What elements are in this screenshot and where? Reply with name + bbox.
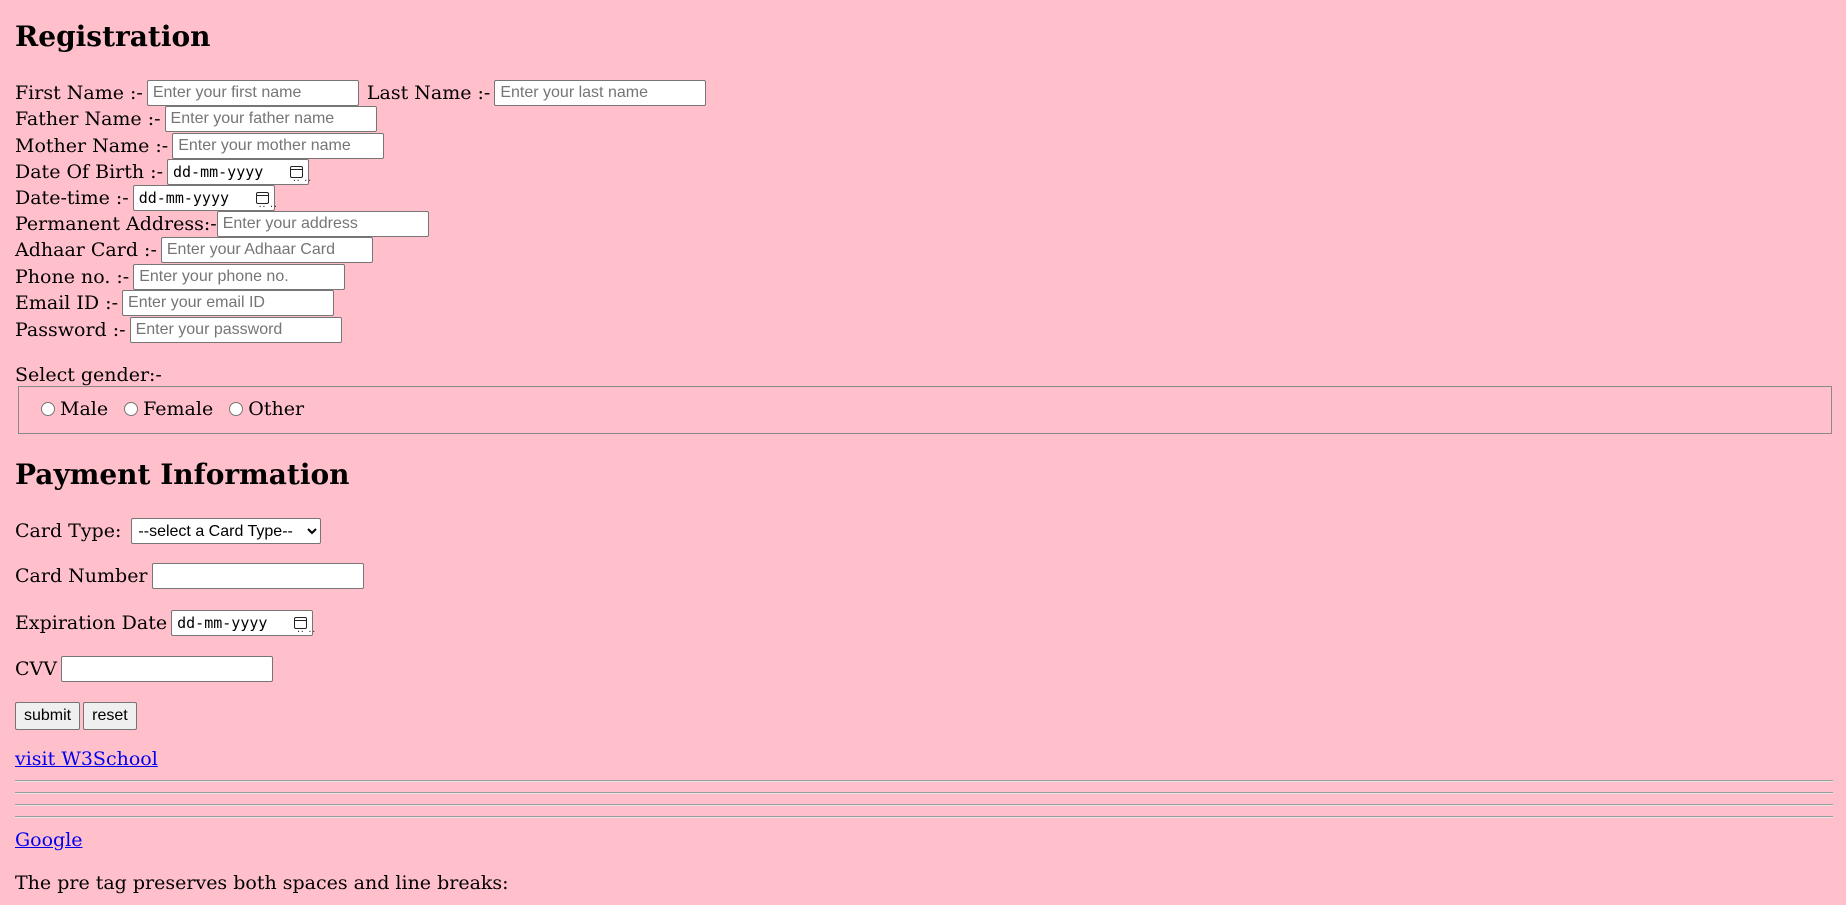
first-name-input[interactable]: [146, 80, 359, 106]
phone-row: Phone no. :-: [15, 263, 346, 290]
mother-row: Mother Name :-: [15, 132, 385, 159]
divider-3: [15, 804, 1833, 806]
expiration-row: Expiration Date dd-mm-yyyy: [15, 609, 315, 645]
card-type-row: Card Type: --select a Card Type--: [15, 517, 322, 544]
father-row: Father Name :-: [15, 105, 377, 132]
expiration-date-input[interactable]: dd-mm-yyyy: [171, 610, 315, 645]
last-name-label: Last Name :-: [366, 82, 491, 104]
address-label: Permanent Address:-: [15, 213, 217, 235]
gender-option-female[interactable]: Female: [124, 396, 213, 422]
email-input[interactable]: [122, 290, 335, 316]
datetime-label: Date-time :-: [15, 187, 129, 209]
name-row: First Name :- Last Name :-: [15, 79, 707, 106]
password-input[interactable]: [129, 317, 342, 343]
w3school-link-row: visit W3School: [15, 746, 158, 772]
phone-input[interactable]: [133, 264, 346, 290]
divider-4: [15, 816, 1833, 818]
dob-value: dd-mm-yyyy: [172, 163, 264, 181]
divider-2: [15, 792, 1833, 794]
datetime-value: dd-mm-yyyy: [138, 189, 230, 207]
gender-label: Select gender:-: [15, 364, 162, 386]
email-label: Email ID :-: [15, 292, 119, 314]
expiration-value: dd-mm-yyyy: [177, 614, 268, 632]
calendar-icon[interactable]: [294, 617, 315, 645]
cvv-input[interactable]: [60, 656, 273, 682]
cvv-row: CVV: [15, 655, 273, 682]
father-name-label: Father Name :-: [15, 108, 161, 130]
dob-date-input[interactable]: dd-mm-yyyy: [166, 159, 311, 194]
gender-option-other[interactable]: Other: [229, 396, 304, 422]
address-input[interactable]: [216, 211, 429, 237]
gender-male-label: Male: [60, 398, 109, 420]
expiration-label: Expiration Date: [15, 612, 168, 634]
registration-title: Registration: [15, 20, 211, 53]
gender-options: Male Female Other: [41, 396, 314, 423]
mother-name-label: Mother Name :-: [15, 135, 169, 157]
datetime-row: Date-time :- dd-mm-yyyy: [15, 184, 277, 220]
reset-button[interactable]: reset: [83, 702, 137, 730]
phone-label: Phone no. :-: [15, 266, 130, 288]
adhaar-row: Adhaar Card :-: [15, 236, 373, 263]
mother-name-input[interactable]: [172, 133, 385, 159]
password-label: Password :-: [15, 319, 126, 341]
gender-female-label: Female: [143, 398, 214, 420]
form-buttons: submit reset: [15, 700, 140, 730]
first-name-label: First Name :-: [15, 82, 143, 104]
password-row: Password :-: [15, 316, 342, 343]
gender-option-male[interactable]: Male: [41, 396, 108, 422]
card-number-input[interactable]: [151, 563, 364, 589]
gender-other-label: Other: [248, 398, 305, 420]
submit-button[interactable]: submit: [15, 702, 81, 730]
calendar-icon[interactable]: [255, 192, 277, 220]
cvv-label: CVV: [15, 658, 57, 680]
w3school-link[interactable]: visit W3School: [15, 748, 158, 770]
email-row: Email ID :-: [15, 289, 335, 316]
divider-1: [15, 780, 1833, 782]
card-type-select[interactable]: --select a Card Type--: [131, 518, 322, 544]
pre-tag-text: The pre tag preserves both spaces and li…: [15, 872, 509, 894]
dob-label: Date Of Birth :-: [15, 161, 163, 183]
father-name-input[interactable]: [164, 106, 377, 132]
address-row: Permanent Address:-: [15, 210, 429, 237]
datetime-date-input[interactable]: dd-mm-yyyy: [132, 185, 277, 220]
radio-other[interactable]: [229, 402, 244, 416]
google-link[interactable]: Google: [15, 829, 83, 851]
radio-male[interactable]: [41, 402, 55, 416]
last-name-input[interactable]: [494, 80, 707, 106]
card-number-label: Card Number: [15, 565, 148, 587]
payment-title: Payment Information: [15, 458, 350, 491]
dob-row: Date Of Birth :- dd-mm-yyyy: [15, 158, 311, 194]
radio-female[interactable]: [124, 402, 139, 416]
card-number-row: Card Number: [15, 562, 364, 589]
card-type-label: Card Type:: [15, 520, 122, 542]
calendar-icon[interactable]: [289, 166, 311, 194]
adhaar-label: Adhaar Card :-: [15, 239, 157, 261]
gender-fieldset: Male Female Other: [18, 386, 1832, 434]
google-link-row: Google: [15, 827, 83, 853]
adhaar-input[interactable]: [160, 237, 373, 263]
